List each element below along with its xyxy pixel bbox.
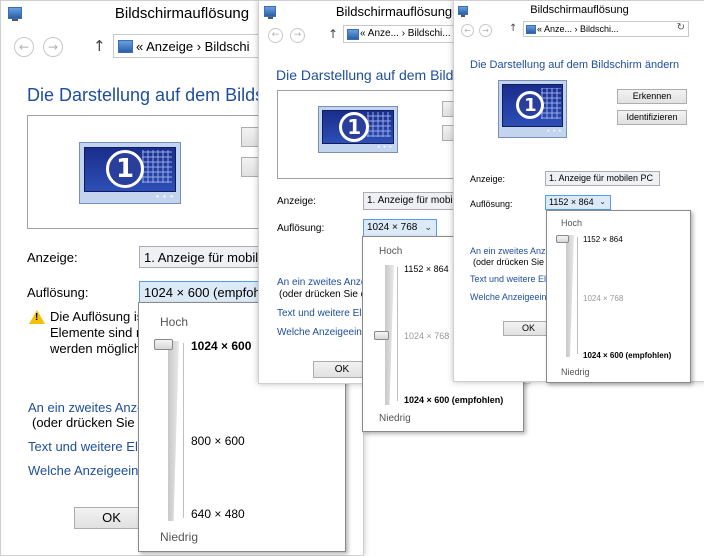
dropdown-low-label: Niedrig (561, 367, 590, 377)
resolution-select-value: 1152 × 864 (549, 197, 594, 207)
connect-second-display-link[interactable]: An ein zweites Anzeigegerät (277, 277, 363, 288)
resolution-slider-track (168, 341, 179, 521)
resolution-option[interactable]: 1152 × 864 (404, 264, 449, 274)
slider-ticks (397, 267, 398, 401)
forward-button[interactable]: → (43, 37, 63, 57)
dropdown-low-label: Niedrig (160, 530, 199, 544)
resolution-option[interactable]: 800 × 600 (191, 434, 245, 448)
display-select-value: 1. Anzeige für mobilen PC (549, 173, 654, 183)
address-bar[interactable]: « Anze... › Bildschi... ↻ (523, 21, 689, 37)
breadcrumb: « Anze... › Bildschi... (537, 24, 619, 34)
page-heading: Die Darstellung auf dem Bildschirm änder… (27, 85, 263, 105)
resolution-slider-thumb[interactable] (374, 331, 389, 340)
resolution-select[interactable]: 1152 × 864 ⌄ (545, 195, 611, 210)
monitor-number: 1 (106, 150, 144, 189)
identify-button[interactable]: Identifizieren (617, 110, 687, 125)
monitor-1-icon[interactable]: 1 • • • (79, 142, 181, 204)
connect-second-display-link[interactable]: An ein zweites Anzeigegerät (28, 400, 140, 415)
back-button[interactable]: ← (461, 24, 474, 37)
page-heading: Die Darstellung auf dem Bildschirm änder… (470, 59, 680, 71)
control-panel-icon (118, 40, 133, 53)
resolution-option[interactable]: 1024 × 600 (empfohlen) (404, 395, 503, 405)
resolution-slider-thumb[interactable] (154, 339, 173, 350)
resolution-option[interactable]: 1024 × 768 (583, 294, 623, 303)
display-label: Anzeige: (27, 250, 78, 265)
connect-second-display-link[interactable]: An ein zweites Anzeigegerät (470, 246, 548, 256)
monitor-1-icon[interactable]: 1 • • • (318, 106, 398, 153)
display-settings-help-link[interactable]: Welche Anzeigeeinstellungen (277, 327, 363, 338)
resolution-dropdown-3: Hoch 1152 × 864 1024 × 768 1024 × 600 (e… (546, 210, 691, 383)
connect-second-display-hint: (oder drücken Sie die Windows-Logo-Taste… (32, 415, 140, 430)
display-settings-help-link[interactable]: Welche Anzeigeeinstellungen (470, 292, 548, 302)
up-button[interactable]: ↑ (328, 27, 338, 41)
connect-second-display-hint: (oder drücken Sie die Windows-Logo-Taste… (473, 257, 548, 267)
display-settings-help-link[interactable]: Welche Anzeigeeinstellungen sollten ausg… (28, 463, 140, 478)
forward-button[interactable]: → (479, 24, 492, 37)
warning-line-3: werden möglicherweise nicht richtig ange… (50, 341, 145, 356)
display-label: Anzeige: (470, 174, 506, 184)
resolution-select-value: 1024 × 768 (367, 222, 418, 233)
text-size-link[interactable]: Text und weitere Elemente vergrößern ode… (28, 439, 140, 454)
resolution-option[interactable]: 1152 × 864 (583, 235, 623, 244)
connect-second-display-hint: (oder drücken Sie die Windows-Logo-Taste… (279, 289, 363, 300)
resolution-select[interactable]: 1024 × 768 ⌄ (363, 219, 437, 237)
up-button[interactable]: ↑ (93, 37, 106, 55)
up-button[interactable]: ↑ (509, 23, 517, 34)
resolution-option[interactable]: 1024 × 768 (404, 331, 449, 341)
resolution-label: Auflösung: (27, 285, 89, 300)
resolution-option[interactable]: 640 × 480 (191, 507, 245, 521)
resolution-label: Auflösung: (470, 199, 513, 209)
forward-button[interactable]: → (290, 28, 305, 43)
chevron-down-icon: ⌄ (424, 222, 432, 232)
resolution-slider-thumb[interactable] (556, 235, 569, 243)
breadcrumb: « Anze... › Bildschi... (360, 28, 451, 39)
display-label: Anzeige: (277, 196, 316, 207)
monitor-dots-icon: • • • (547, 129, 562, 136)
dropdown-high-label: Hoch (160, 315, 189, 329)
warning-line-1: Die Auflösung ist sehr gering. Einige (50, 309, 145, 324)
warning-icon: ! (29, 310, 45, 324)
slider-ticks (183, 343, 184, 518)
control-panel-icon (526, 25, 536, 34)
display-select[interactable]: 1. Anzeige für mobilen PC (545, 171, 660, 186)
back-button[interactable]: ← (14, 37, 34, 57)
resolution-option[interactable]: 1024 × 600 (empfohlen) (583, 351, 671, 360)
control-panel-icon (347, 29, 359, 40)
monitor-grid-icon (142, 150, 172, 184)
warning-line-2: Elemente sind möglicherweise nicht (50, 325, 145, 340)
monitor-1-icon[interactable]: 1 • • • (498, 80, 567, 138)
page-heading: Die Darstellung auf dem Bildschirm änder… (276, 67, 476, 83)
resolution-slider-track (566, 235, 574, 357)
refresh-icon[interactable]: ↻ (677, 22, 685, 33)
text-size-link[interactable]: Text und weitere Elemente (277, 308, 363, 319)
dropdown-low-label: Niedrig (379, 413, 411, 424)
resolution-label: Auflösung: (277, 223, 325, 234)
monitor-preview[interactable]: 1 • • • (277, 90, 467, 179)
slider-ticks (577, 237, 578, 354)
dropdown-high-label: Hoch (561, 218, 583, 228)
resolution-option[interactable]: 1024 × 600 (191, 339, 251, 353)
window-3-title: Bildschirmauflösung (530, 4, 629, 16)
dropdown-high-label: Hoch (379, 246, 403, 257)
monitor-preview[interactable]: 1 • • • (27, 115, 272, 229)
monitor-dots-icon: • • • (377, 144, 393, 151)
text-size-link[interactable]: Text und weitere Elemente (470, 274, 548, 284)
breadcrumb: « Anzeige › Bildschi (136, 39, 250, 54)
detect-button[interactable]: Erkennen (617, 89, 687, 104)
back-button[interactable]: ← (268, 28, 283, 43)
monitor-grid-icon (367, 112, 391, 138)
chevron-down-icon: ⌄ (599, 197, 606, 206)
monitor-dots-icon: • • • (156, 192, 174, 202)
